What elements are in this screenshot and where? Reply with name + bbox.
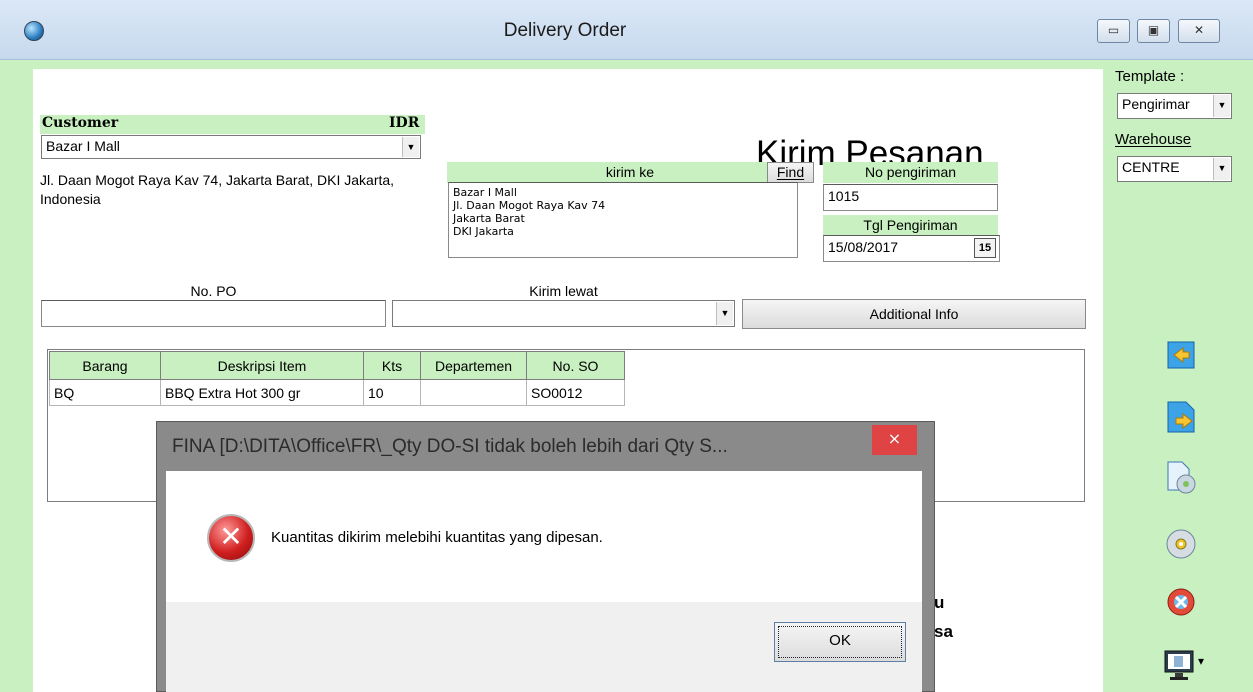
table-cell[interactable]: 10: [363, 379, 421, 406]
address-line: Bazar I Mall: [453, 186, 517, 199]
kirim-ke-label: kirim ke: [447, 162, 813, 183]
import-icon[interactable]: [1164, 338, 1198, 372]
calendar-icon[interactable]: 15: [974, 238, 996, 258]
tgl-pengiriman-value: 15/08/2017: [828, 239, 899, 255]
table-cell[interactable]: [420, 379, 527, 406]
table-cell[interactable]: BBQ Extra Hot 300 gr: [160, 379, 364, 406]
disc-icon[interactable]: [1164, 527, 1198, 561]
chevron-down-icon[interactable]: ▼: [716, 302, 733, 325]
warehouse-select[interactable]: CENTRE ▼: [1117, 156, 1232, 182]
title-bar: Delivery Order ▭ ▣ ✕: [0, 0, 1253, 60]
chevron-down-icon[interactable]: ▼: [1213, 95, 1230, 117]
column-header[interactable]: Kts: [363, 351, 421, 380]
column-header[interactable]: Barang: [49, 351, 161, 380]
currency-label: IDR: [389, 115, 420, 131]
export-icon[interactable]: [1164, 400, 1198, 434]
warehouse-label: Warehouse: [1115, 131, 1192, 148]
document-disc-icon[interactable]: [1164, 460, 1198, 494]
no-po-input[interactable]: [41, 300, 386, 327]
table-row[interactable]: BQ BBQ Extra Hot 300 gr 10 SO0012: [49, 379, 625, 406]
address-line: Jakarta Barat: [453, 212, 525, 225]
items-table: Barang Deskripsi Item Kts Departemen No.…: [49, 351, 625, 406]
address-line: DKI Jakarta: [453, 225, 514, 238]
table-header-row: Barang Deskripsi Item Kts Departemen No.…: [49, 351, 625, 380]
template-value: Pengirimar: [1122, 96, 1190, 112]
table-cell[interactable]: BQ: [49, 379, 161, 406]
column-header[interactable]: Deskripsi Item: [160, 351, 364, 380]
customer-select[interactable]: Bazar I Mall ▼: [41, 135, 421, 159]
no-pengiriman-label: No pengiriman: [823, 162, 998, 183]
maximize-button[interactable]: ▣: [1137, 19, 1170, 43]
table-cell[interactable]: SO0012: [526, 379, 625, 406]
customer-address: Jl. Daan Mogot Raya Kav 74, Jakarta Bara…: [40, 172, 395, 207]
tgl-pengiriman-label: Tgl Pengiriman: [823, 215, 998, 236]
display-icon[interactable]: ▾: [1162, 648, 1210, 682]
delete-icon[interactable]: [1164, 585, 1198, 619]
customer-value: Bazar I Mall: [46, 138, 120, 154]
ok-button[interactable]: OK: [774, 622, 906, 662]
kirim-ke-address[interactable]: Bazar I Mall Jl. Daan Mogot Raya Kav 74 …: [448, 182, 798, 258]
no-pengiriman-input[interactable]: 1015: [823, 184, 998, 211]
chevron-down-icon[interactable]: ▼: [402, 137, 419, 157]
address-line: Jl. Daan Mogot Raya Kav 74: [453, 199, 606, 212]
minimize-button[interactable]: ▭: [1097, 19, 1130, 43]
window-title: Delivery Order: [503, 20, 627, 41]
customer-label: Customer: [42, 115, 119, 131]
kirim-lewat-label: Kirim lewat: [529, 283, 598, 299]
column-header[interactable]: Departemen: [420, 351, 527, 380]
tgl-pengiriman-input[interactable]: 15/08/2017 15: [823, 235, 1000, 262]
error-icon: ✕: [207, 514, 255, 562]
chevron-down-icon[interactable]: ▼: [1213, 158, 1230, 180]
template-select[interactable]: Pengirimar ▼: [1117, 93, 1232, 119]
no-po-label: No. PO: [190, 283, 237, 299]
warehouse-value: CENTRE: [1122, 159, 1180, 175]
display-menu-arrow[interactable]: ▾: [1198, 654, 1204, 668]
additional-info-button[interactable]: Additional Info: [742, 299, 1086, 329]
background-text: u: [934, 593, 945, 612]
focus-ring: [778, 626, 902, 658]
background-text: sa: [934, 622, 953, 641]
dialog-close-button[interactable]: ×: [872, 425, 917, 455]
close-button[interactable]: ✕: [1178, 19, 1220, 43]
dialog-message: Kuantitas dikirim melebihi kuantitas yan…: [271, 529, 603, 546]
kirim-lewat-select[interactable]: ▼: [392, 300, 735, 327]
column-header[interactable]: No. SO: [526, 351, 625, 380]
find-button[interactable]: Find: [767, 162, 814, 183]
dialog-title: FINA [D:\DITA\Office\FR\_Qty DO-SI tidak…: [172, 436, 728, 457]
template-label: Template :: [1115, 68, 1185, 85]
